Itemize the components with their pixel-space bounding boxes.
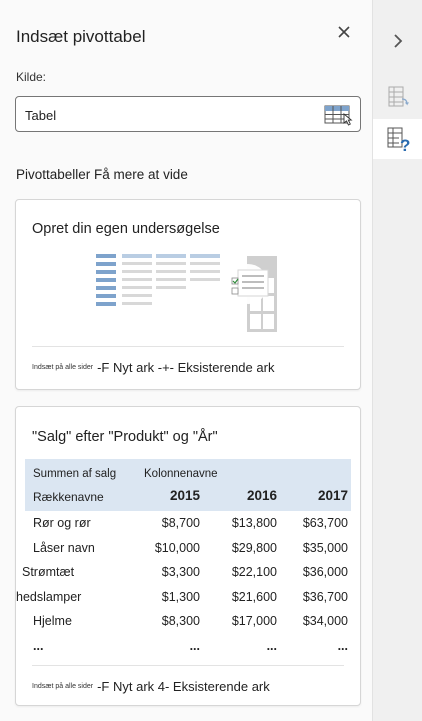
card-title: Opret din egen undersøgelse [32, 221, 220, 237]
column-label: Kolonnenavne [144, 468, 218, 480]
close-icon[interactable] [336, 24, 352, 40]
source-value: Tabel [25, 108, 57, 123]
pivot-tables-heading: Pivottabeller Få mere at vide [16, 167, 188, 182]
pivot-preview-table: Summen af salg Kolonnenavne Rækkenavne 2… [16, 459, 351, 659]
row-label-cell: Hjelme [33, 614, 72, 628]
table-row: Låser navn $10,000 $29,800 $35,000 [25, 536, 351, 561]
help-icon[interactable]: ? [385, 125, 413, 153]
value-cell: $1,300 [161, 589, 200, 604]
source-field[interactable]: Tabel [15, 96, 361, 132]
source-label: Kilde: [16, 70, 47, 84]
table-row: Strømtæt $3,300 $22,100 $36,000 [22, 560, 351, 585]
card-divider [32, 346, 344, 347]
insert-options[interactable]: Indsæt på alle sider -F Nyt ark 4- Eksist… [32, 679, 270, 694]
value-cell: $36,000 [302, 565, 348, 579]
row-label-cell: ... [33, 638, 44, 653]
value-cell: $63,700 [302, 516, 348, 530]
svg-text:?: ? [400, 136, 410, 153]
year-header: 2016 [246, 488, 277, 503]
table-select-icon[interactable] [322, 101, 354, 129]
row-label-cell: hedslamper [16, 589, 82, 604]
sales-by-product-card[interactable]: "Salg" efter "Produkt" og "År" Summen af… [15, 406, 361, 706]
pane-title: Indsæt pivottabel [16, 27, 146, 46]
pivot-table-icon[interactable] [385, 84, 411, 110]
side-rail: ? [373, 0, 422, 721]
value-cell: $22,100 [231, 565, 277, 579]
value-cell: $8,700 [161, 516, 200, 530]
row-label: Rækkenavne [33, 490, 104, 504]
value-cell: $21,600 [231, 589, 277, 604]
value-cell: $36,700 [302, 589, 348, 604]
value-cell: $17,000 [231, 614, 277, 628]
value-cell: $3,300 [161, 565, 200, 579]
pivot-illustration [96, 254, 277, 332]
value-cell: ... [266, 638, 277, 653]
chevron-right-icon[interactable] [390, 33, 406, 49]
value-cell: $13,800 [231, 516, 277, 530]
value-cell: ... [337, 638, 348, 653]
row-label-cell: Låser navn [33, 540, 95, 555]
sum-label: Summen af salg [33, 468, 117, 480]
value-cell: $34,000 [302, 614, 348, 628]
year-header: 2017 [317, 488, 348, 503]
insert-pivot-pane: Indsæt pivottabel Kilde: Tabel Pivottabe… [0, 0, 373, 721]
insert-options-text: -F Nyt ark -+- Eksisterende ark [97, 360, 275, 375]
table-header: Summen af salg Kolonnenavne Rækkenavne 2… [25, 459, 351, 511]
table-row: Rør og rør $8,700 $13,800 $63,700 [25, 511, 351, 536]
insert-small-label: Indsæt på alle sider [32, 364, 94, 371]
value-cell: $8,300 [161, 614, 200, 628]
create-own-card[interactable]: Opret din egen undersøgelse Indsæt på al… [15, 199, 361, 390]
insert-options[interactable]: Indsæt på alle sider -F Nyt ark -+- Eksis… [32, 360, 274, 375]
card-divider [32, 665, 344, 666]
value-cell: $35,000 [302, 540, 348, 555]
row-label-cell: Rør og rør [33, 516, 91, 530]
table-row: ... ... ... ... [25, 634, 351, 659]
value-cell: $10,000 [154, 540, 200, 555]
card-title: "Salg" efter "Produkt" og "År" [32, 429, 218, 445]
value-cell: $29,800 [231, 540, 277, 555]
table-row: hedslamper $1,300 $21,600 $36,700 [16, 585, 351, 610]
year-header: 2015 [169, 488, 200, 503]
table-row: Hjelme $8,300 $17,000 $34,000 [25, 609, 351, 634]
value-cell: ... [189, 638, 200, 653]
insert-small-label: Indsæt på alle sider [32, 683, 94, 690]
insert-options-text: -F Nyt ark 4- Eksisterende ark [97, 679, 270, 694]
row-label-cell: Strømtæt [22, 565, 75, 579]
